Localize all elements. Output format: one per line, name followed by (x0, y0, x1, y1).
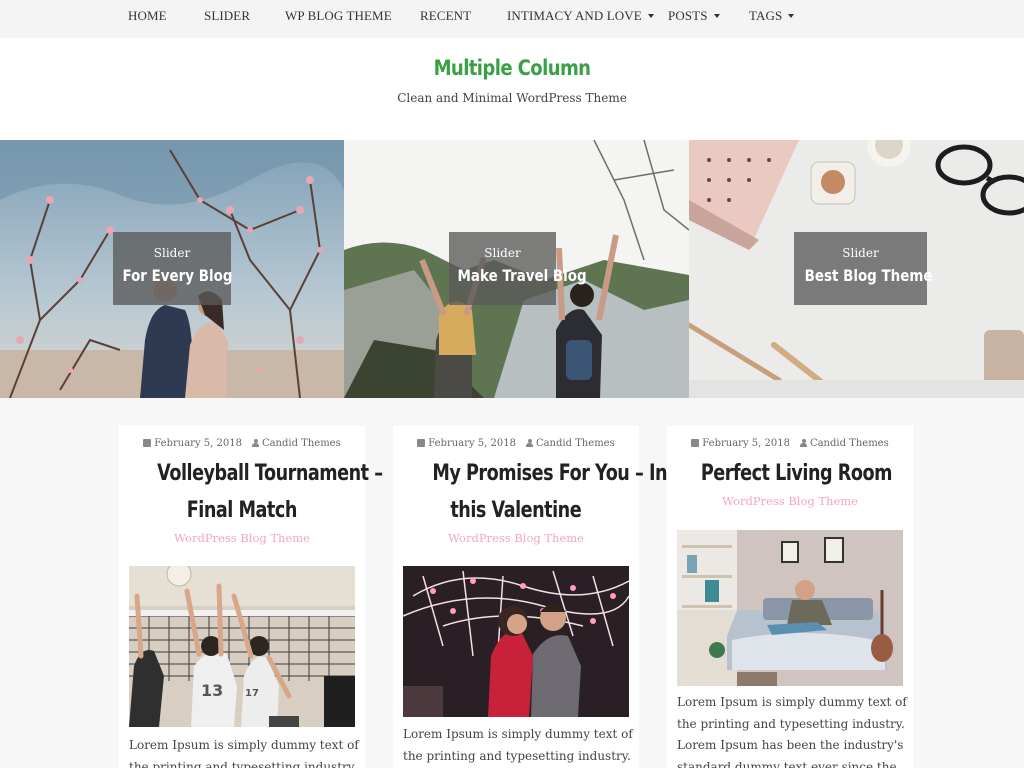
slide-title[interactable]: Make Travel Blog (458, 266, 587, 285)
nav-item-label: WP BLOG THEME (285, 8, 392, 23)
post-title[interactable]: Perfect Living Room (677, 455, 903, 492)
slide-caption[interactable]: Slider Make Travel Blog (449, 232, 587, 305)
post-date[interactable]: February 5, 2018 (428, 438, 516, 449)
nav-item-posts[interactable]: POSTS (668, 0, 720, 32)
post-card: February 5, 2018 Candid Themes Perfect Li… (667, 426, 913, 768)
slide-title[interactable]: For Every Blog (122, 266, 232, 285)
post-title-line[interactable]: Final Match (187, 492, 298, 529)
post-author[interactable]: Candid Themes (536, 438, 615, 449)
site-title[interactable]: Multiple Column (72, 56, 953, 80)
nav-item-label: INTIMACY AND LOVE (507, 8, 642, 23)
calendar-icon (143, 439, 152, 447)
nav-item-slider[interactable]: SLIDER (204, 0, 250, 32)
user-icon (251, 439, 259, 447)
post-category[interactable]: WordPress Blog Theme (393, 531, 639, 545)
post-title-line[interactable]: My Promises For You – In (432, 455, 667, 492)
user-icon (799, 439, 807, 447)
nav-item-label: HOME (128, 8, 167, 23)
slide-category[interactable]: Slider (449, 246, 556, 260)
nav-item-tags[interactable]: TAGS (749, 0, 795, 32)
nav-item-intimacy-and-love[interactable]: INTIMACY AND LOVE (507, 0, 654, 32)
post-date[interactable]: February 5, 2018 (154, 438, 242, 449)
svg-text:17: 17 (245, 688, 259, 699)
caret-down-icon (713, 14, 720, 19)
nav-item-recent[interactable]: RECENT (420, 0, 471, 32)
user-icon (525, 439, 533, 447)
nav-item-label: SLIDER (204, 8, 251, 23)
nav-item-label: TAGS (749, 8, 783, 23)
post-meta: February 5, 2018 Candid Themes (667, 438, 913, 449)
featured-slider: Slider For Every Blog Slider Make Travel… (0, 140, 1024, 398)
post-title-line[interactable]: Volleyball Tournament – (157, 455, 383, 492)
site-tagline: Clean and Minimal WordPress Theme (397, 91, 627, 105)
post-title[interactable]: Volleyball Tournament – Final Match (129, 455, 383, 529)
post-category[interactable]: WordPress Blog Theme (667, 494, 913, 508)
slide-category[interactable]: Slider (113, 246, 231, 260)
nav-item-home[interactable]: HOME (128, 0, 167, 32)
post-meta: February 5, 2018 Candid Themes (119, 438, 365, 449)
post-title-line[interactable]: this Valentine (451, 492, 582, 529)
site-header: Multiple Column Clean and Minimal WordPr… (0, 38, 1024, 140)
post-excerpt: Lorem Ipsum is simply dummy text of the … (403, 727, 633, 763)
slide-1[interactable]: Slider For Every Blog (0, 140, 344, 398)
caret-down-icon (647, 14, 654, 19)
slide-title[interactable]: Best Blog Theme (805, 266, 933, 285)
post-excerpt: Lorem Ipsum is simply dummy text of the … (677, 695, 907, 768)
post-thumbnail-image (677, 530, 903, 686)
calendar-icon (691, 439, 700, 447)
post-card: February 5, 2018 Candid Themes My Promise… (393, 426, 668, 768)
post-author[interactable]: Candid Themes (810, 438, 889, 449)
slide-caption[interactable]: Slider For Every Blog (113, 232, 232, 305)
post-title-line[interactable]: Perfect Living Room (701, 455, 893, 492)
post-thumbnail[interactable] (677, 530, 903, 686)
post-title[interactable]: My Promises For You – In this Valentine (403, 455, 667, 529)
post-thumbnail[interactable] (403, 566, 629, 717)
post-thumbnail-image (403, 566, 629, 717)
slide-category[interactable]: Slider (794, 246, 927, 260)
post-thumbnail-image: 13 17 (129, 566, 355, 727)
post-category[interactable]: WordPress Blog Theme (119, 531, 365, 545)
caret-down-icon (788, 14, 795, 19)
post-author[interactable]: Candid Themes (262, 438, 341, 449)
post-excerpt: Lorem Ipsum is simply dummy text of the … (129, 738, 359, 768)
slide-caption[interactable]: Slider Best Blog Theme (794, 232, 933, 305)
slide-3[interactable]: Slider Best Blog Theme (689, 140, 1024, 398)
nav-item-label: RECENT (420, 8, 472, 23)
nav-item-label: POSTS (668, 8, 708, 23)
calendar-icon (417, 439, 426, 447)
svg-text:13: 13 (201, 681, 223, 700)
post-meta: February 5, 2018 Candid Themes (393, 438, 639, 449)
slide-2[interactable]: Slider Make Travel Blog (344, 140, 689, 398)
post-thumbnail[interactable]: 13 17 (129, 566, 355, 727)
main-navigation: HOME SLIDER WP BLOG THEME RECENT INTIMAC… (0, 0, 1024, 38)
post-card: February 5, 2018 Candid Themes Volleyball… (119, 426, 383, 768)
post-date[interactable]: February 5, 2018 (702, 438, 790, 449)
nav-item-wp-blog-theme[interactable]: WP BLOG THEME (285, 0, 392, 32)
